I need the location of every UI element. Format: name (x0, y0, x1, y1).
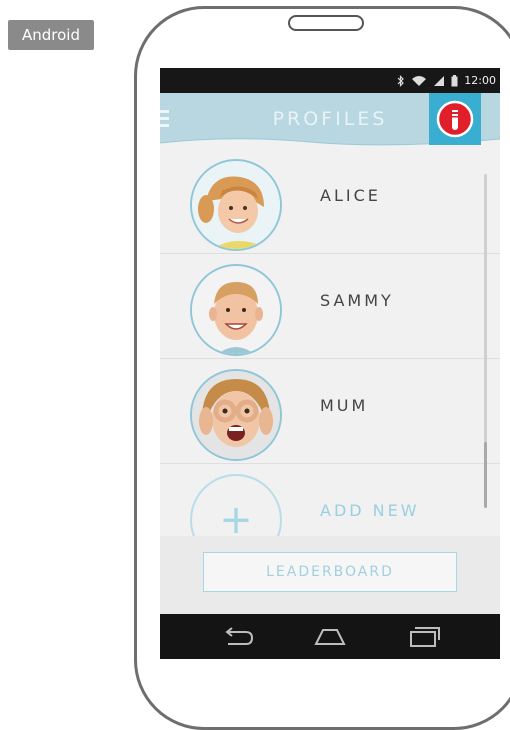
battery-icon (451, 74, 458, 86)
profile-name: MUM (320, 396, 369, 415)
girl-avatar-icon (192, 161, 280, 249)
phone-screen: 12:00 PROFILES ALICE SAMMY MUM + ADD NEW… (160, 68, 500, 659)
profile-row-alice[interactable]: ALICE (160, 149, 500, 254)
wifi-icon (412, 75, 427, 86)
profile-row-mum[interactable]: MUM (160, 359, 500, 464)
avatar (190, 369, 282, 461)
platform-label: Android (8, 20, 94, 50)
recent-apps-icon[interactable] (403, 622, 443, 650)
app-logo-button[interactable] (429, 93, 481, 145)
add-new-label: ADD NEW (320, 501, 420, 520)
avatar (190, 159, 282, 251)
boy-avatar-icon (192, 266, 280, 354)
home-icon[interactable] (310, 622, 350, 650)
profile-name: ALICE (320, 186, 381, 205)
profile-name: SAMMY (320, 291, 394, 310)
woman-avatar-icon (192, 371, 280, 459)
toothbrush-logo-icon (436, 100, 474, 138)
profile-row-sammy[interactable]: SAMMY (160, 254, 500, 359)
scrollbar-thumb[interactable] (484, 442, 487, 508)
leaderboard-button[interactable]: LEADERBOARD (203, 552, 457, 592)
back-icon[interactable] (218, 622, 258, 650)
status-time: 12:00 (464, 74, 496, 87)
bluetooth-icon (397, 74, 405, 87)
navigation-bar (160, 614, 500, 659)
phone-speaker (288, 15, 364, 31)
signal-icon (434, 75, 445, 86)
scrollbar-track[interactable] (484, 174, 487, 444)
avatar (190, 264, 282, 356)
status-bar: 12:00 (160, 68, 500, 93)
